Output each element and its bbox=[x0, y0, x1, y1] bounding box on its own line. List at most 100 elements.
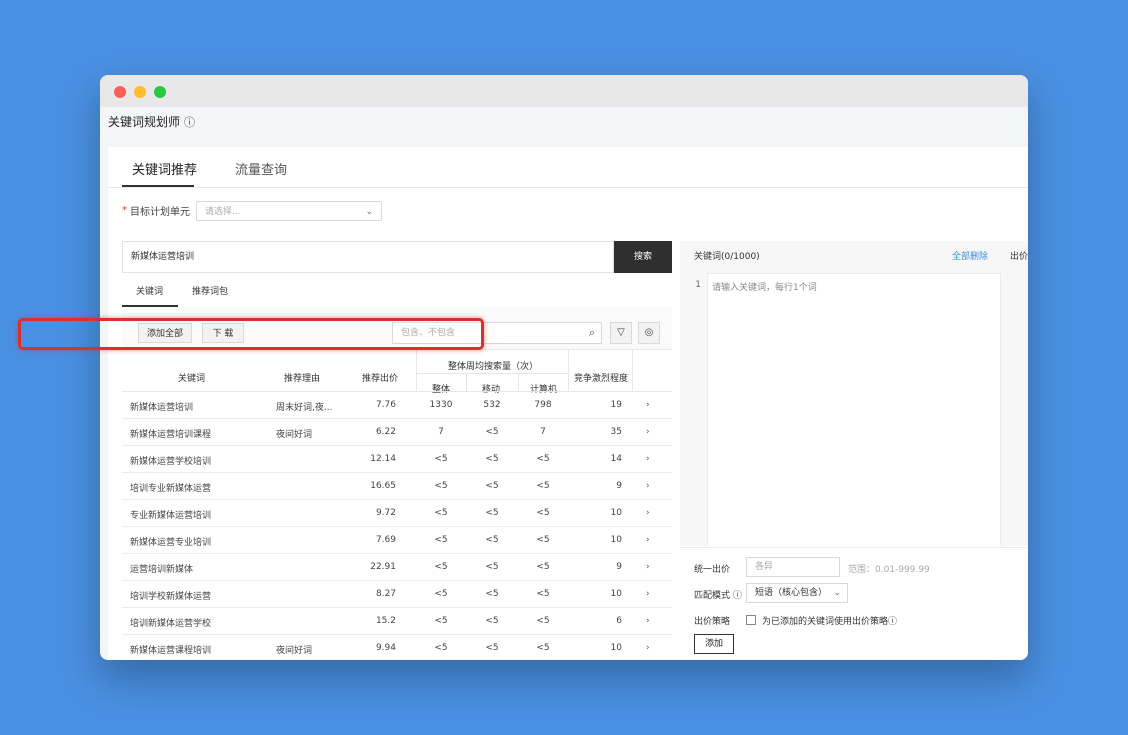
maximize-window-button[interactable] bbox=[154, 86, 166, 98]
cell-total: <5 bbox=[434, 643, 448, 653]
add-button[interactable]: 添加 bbox=[694, 634, 734, 654]
info-icon[interactable]: ⓘ bbox=[184, 114, 195, 130]
cell-total: <5 bbox=[434, 454, 448, 464]
chevron-right-icon[interactable]: › bbox=[646, 535, 650, 545]
chevron-right-icon[interactable]: › bbox=[646, 643, 650, 653]
unified-bid-label: 统一出价 bbox=[694, 565, 731, 575]
filter-placeholder: 包含、不包含 bbox=[401, 328, 456, 338]
cell-pc: <5 bbox=[536, 562, 550, 572]
header-divider bbox=[518, 373, 519, 391]
cell-mobile: <5 bbox=[485, 427, 499, 437]
header-divider bbox=[416, 349, 417, 391]
cell-bid: 8.27 bbox=[375, 589, 396, 599]
cell-keyword: 新媒体运营课程培训 bbox=[130, 646, 212, 656]
cell-bid: 6.22 bbox=[375, 427, 396, 437]
keyword-list-area: 添加全部 下 载 包含、不包含 ⌕ ▽ ◎ 关键词 推荐理由 推荐出价 整体周均… bbox=[122, 307, 672, 660]
unified-bid-input[interactable]: 各异 bbox=[746, 557, 840, 577]
header-bid[interactable]: 推荐出价 bbox=[362, 371, 398, 384]
header-top-line bbox=[122, 349, 672, 350]
match-mode-select[interactable]: 短语（核心包含） ⌄ bbox=[746, 583, 848, 603]
subtab-keywords[interactable]: 关键词 bbox=[136, 284, 163, 297]
bid-strategy-checkbox[interactable] bbox=[746, 615, 756, 625]
table-row[interactable]: 专业新媒体运营培训 9.72 <5 <5 <5 10 › bbox=[122, 500, 672, 527]
cell-competition: 9 bbox=[616, 481, 622, 491]
cell-competition: 10 bbox=[610, 643, 622, 653]
tab-keyword-recommend[interactable]: 关键词推荐 bbox=[132, 159, 197, 178]
subtab-recommended-packages[interactable]: 推荐词包 bbox=[192, 284, 228, 297]
add-all-button[interactable]: 添加全部 bbox=[138, 323, 192, 343]
keyword-search-input[interactable]: 新媒体运营培训 bbox=[122, 241, 614, 273]
filter-input[interactable]: 包含、不包含 ⌕ bbox=[392, 322, 602, 344]
close-window-button[interactable] bbox=[114, 86, 126, 98]
cell-competition: 6 bbox=[616, 616, 622, 626]
minimize-window-button[interactable] bbox=[134, 86, 146, 98]
cell-bid: 15.2 bbox=[375, 616, 396, 626]
cell-reason: 夜间好词 bbox=[276, 430, 313, 440]
cell-keyword: 培训专业新媒体运营 bbox=[130, 484, 212, 494]
cell-total: <5 bbox=[434, 481, 448, 491]
cell-total: <5 bbox=[434, 508, 448, 518]
selected-keywords-pane: 关键词(0/1000) 全部删除 出价 1 请输入关键词，每行1个词 统一出价 … bbox=[680, 241, 1028, 660]
cell-keyword: 新媒体运营培训 bbox=[130, 403, 194, 413]
info-icon[interactable]: ⓘ bbox=[733, 591, 742, 601]
chevron-right-icon[interactable]: › bbox=[646, 481, 650, 491]
chevron-right-icon[interactable]: › bbox=[646, 562, 650, 572]
cell-keyword: 培训新媒体运营学校 bbox=[130, 619, 212, 629]
table-row[interactable]: 新媒体运营学校培训 12.14 <5 <5 <5 14 › bbox=[122, 446, 672, 473]
main-tabs: 关键词推荐 流量查询 bbox=[108, 147, 1028, 188]
bid-strategy-label: 出价策略 bbox=[694, 617, 731, 627]
page-title-text: 关键词规划师 bbox=[108, 115, 181, 129]
table-row[interactable]: 培训学校新媒体运营 8.27 <5 <5 <5 10 › bbox=[122, 581, 672, 608]
window-titlebar bbox=[100, 75, 1028, 107]
cell-bid: 9.72 bbox=[375, 508, 396, 518]
header-weekly-search: 整体周均搜索量（次） bbox=[448, 362, 539, 372]
chevron-right-icon[interactable]: › bbox=[646, 508, 650, 518]
table-row[interactable]: 培训专业新媒体运营 16.65 <5 <5 <5 9 › bbox=[122, 473, 672, 500]
cell-keyword: 专业新媒体运营培训 bbox=[130, 511, 212, 521]
cell-bid: 9.94 bbox=[375, 643, 396, 653]
cell-mobile: <5 bbox=[485, 616, 499, 626]
table-row[interactable]: 培训新媒体运营学校 15.2 <5 <5 <5 6 › bbox=[122, 608, 672, 635]
search-icon[interactable]: ⌕ bbox=[589, 323, 595, 343]
cell-pc: <5 bbox=[536, 481, 550, 491]
match-mode-label: 匹配模式 ⓘ bbox=[694, 588, 742, 601]
cell-competition: 35 bbox=[610, 427, 622, 437]
cell-bid: 12.14 bbox=[370, 454, 396, 464]
header-group-line bbox=[416, 373, 568, 374]
filter-icon[interactable]: ▽ bbox=[610, 322, 632, 344]
clear-all-link[interactable]: 全部删除 bbox=[952, 241, 988, 273]
cell-bid: 7.76 bbox=[375, 400, 396, 410]
chevron-right-icon[interactable]: › bbox=[646, 427, 650, 437]
table-row[interactable]: 新媒体运营课程培训 夜间好词 9.94 <5 <5 <5 10 › bbox=[122, 635, 672, 660]
table-row[interactable]: 新媒体运营培训 周末好词,夜... 7.76 1330 532 798 19 › bbox=[122, 392, 672, 419]
cell-mobile: <5 bbox=[485, 535, 499, 545]
match-mode-value: 短语（核心包含） bbox=[755, 588, 828, 598]
table-row[interactable]: 新媒体运营专业培训 7.69 <5 <5 <5 10 › bbox=[122, 527, 672, 554]
chevron-right-icon[interactable]: › bbox=[646, 400, 650, 410]
search-button[interactable]: 搜索 bbox=[614, 241, 672, 273]
target-unit-label: * 目标计划单元 bbox=[122, 203, 190, 218]
main-panel: 关键词推荐 流量查询 * 目标计划单元 请选择... ⌄ 新媒体运营培训 搜索 … bbox=[108, 147, 1028, 660]
keyword-editor[interactable]: 1 请输入关键词，每行1个词 bbox=[680, 273, 1000, 546]
table-row[interactable]: 运营培训新媒体 22.91 <5 <5 <5 9 › bbox=[122, 554, 672, 581]
required-marker: * bbox=[122, 205, 127, 216]
bid-column-header: 出价 bbox=[1010, 252, 1028, 262]
unified-bid-placeholder: 各异 bbox=[755, 562, 774, 572]
cell-keyword: 培训学校新媒体运营 bbox=[130, 592, 212, 602]
tab-traffic-query[interactable]: 流量查询 bbox=[235, 159, 287, 178]
header-competition[interactable]: 竞争激烈程度 bbox=[574, 371, 628, 384]
target-unit-select[interactable]: 请选择... ⌄ bbox=[196, 201, 382, 221]
settings-icon[interactable]: ◎ bbox=[638, 322, 660, 344]
download-button[interactable]: 下 载 bbox=[202, 323, 244, 343]
keyword-table: 关键词 推荐理由 推荐出价 整体周均搜索量（次） 整体 移动 计算机 竞争激烈程… bbox=[122, 349, 672, 660]
active-tab-indicator bbox=[122, 185, 194, 187]
cell-competition: 10 bbox=[610, 535, 622, 545]
header-divider bbox=[568, 349, 569, 391]
header-keyword: 关键词 bbox=[178, 374, 206, 384]
chevron-right-icon[interactable]: › bbox=[646, 589, 650, 599]
help-icon[interactable]: ⓘ bbox=[888, 617, 897, 627]
table-row[interactable]: 新媒体运营培训课程 夜间好词 6.22 7 <5 7 35 › bbox=[122, 419, 672, 446]
line-number: 1 bbox=[695, 280, 701, 290]
chevron-right-icon[interactable]: › bbox=[646, 616, 650, 626]
chevron-right-icon[interactable]: › bbox=[646, 454, 650, 464]
